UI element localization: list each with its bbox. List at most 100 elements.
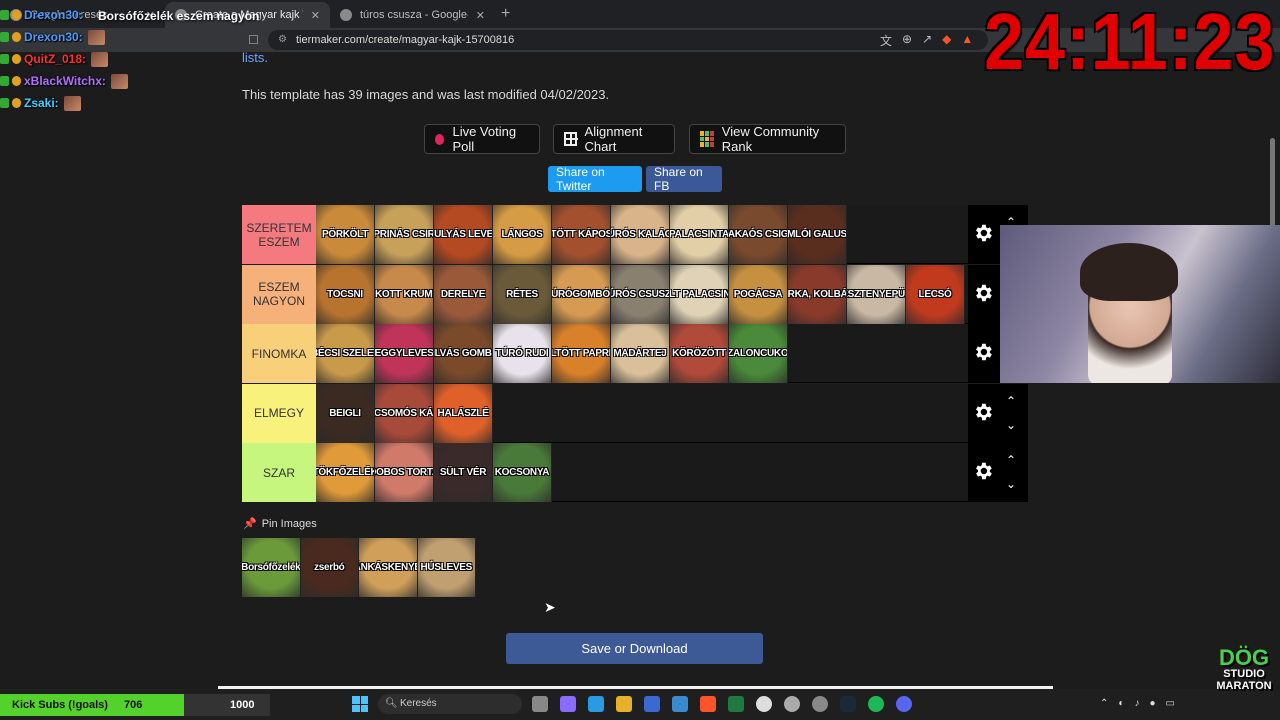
tier-item-image[interactable]: GESZTENYEPÜRÉ: [847, 264, 906, 324]
tier-item-image[interactable]: SZILVÁS GOMBÓC: [434, 324, 493, 383]
tier-item-image[interactable]: DOBOS TORTA: [375, 443, 434, 502]
pin-image[interactable]: zserbó: [300, 538, 359, 597]
tier-item-image[interactable]: PRINÁS CSIR: [375, 205, 434, 264]
tier-label[interactable]: ESZEM NAGYON: [242, 264, 316, 324]
tier-item-label: MADÁRTEJ: [613, 348, 667, 359]
bookmark-icon[interactable]: ☐: [248, 33, 259, 47]
tier-item-image[interactable]: MADÁRTEJ: [611, 324, 670, 383]
tier-item-image[interactable]: TÖKFŐZELÉK: [316, 443, 375, 502]
alignment-chart-button[interactable]: Alignment Chart: [553, 124, 675, 154]
tier-label[interactable]: SZAR: [242, 443, 316, 502]
pin-image[interactable]: HÚSLEVES: [417, 538, 476, 597]
goal-target: 1000: [230, 699, 255, 711]
live-voting-poll-button[interactable]: Live Voting Poll: [424, 124, 540, 154]
tier-item-image[interactable]: EGGYLEVES: [375, 324, 434, 383]
tier-item-image[interactable]: LÁNGOS: [493, 205, 552, 264]
store-icon[interactable]: [644, 696, 660, 712]
tier-item-image[interactable]: PALACSINTA: [670, 205, 729, 264]
tier-item-image[interactable]: TÚRÓS CSUSZA: [611, 264, 670, 324]
pin-image[interactable]: Borsófőzelék: [242, 538, 301, 597]
chrome-icon[interactable]: [784, 696, 800, 712]
tier-label[interactable]: FINOMKA: [242, 324, 316, 383]
tier-item-image[interactable]: TÚRÓ RUDI: [493, 324, 552, 383]
steam-icon[interactable]: [840, 696, 856, 712]
settings-icon[interactable]: [812, 696, 828, 712]
move-up-icon[interactable]: ⌃: [1004, 454, 1018, 466]
tier-item-label: SZALONCUKOR: [729, 348, 788, 359]
tier-item-image[interactable]: ÁBRÁDICSOMÓS KÁPOSZTA: [375, 383, 434, 443]
move-up-icon[interactable]: ⌃: [1004, 395, 1018, 407]
save-download-button[interactable]: Save or Download: [506, 633, 763, 664]
translate-icon[interactable]: 文: [880, 32, 892, 49]
tier-item-image[interactable]: BEIGLI: [316, 383, 375, 443]
tier-item-image[interactable]: POGÁCSA: [729, 264, 788, 324]
tier-item-image[interactable]: BÉCSI SZELET: [316, 324, 375, 383]
kick-badge-icon: [0, 76, 9, 86]
emote-icon: [110, 73, 128, 89]
tier-item-image[interactable]: SÜLT VÉR: [434, 443, 493, 502]
tier-item-image[interactable]: LECSÓ: [906, 264, 965, 324]
tier-item-image[interactable]: GULYÁS LEVES: [434, 205, 493, 264]
brave-rewards-icon[interactable]: ▲: [961, 32, 973, 49]
tier-item-image[interactable]: KAKAÓS CSIGA: [729, 205, 788, 264]
network-icon[interactable]: ◐: [1118, 698, 1124, 709]
tier-item-image[interactable]: TÚRÓGOMBÓC: [552, 264, 611, 324]
site-info-icon[interactable]: ⚙: [278, 30, 287, 50]
tier-label[interactable]: ELMEGY: [242, 383, 316, 443]
share-icon[interactable]: ↗: [922, 32, 932, 49]
tier-item-image[interactable]: TÖLTÖTT PAPRIKA: [552, 324, 611, 383]
close-icon[interactable]: ✕: [311, 9, 320, 22]
tab-search[interactable]: túros csusza - Google-keresés ✕: [330, 2, 495, 28]
tier-label[interactable]: SZERETEM ESZEM: [242, 205, 316, 264]
tier-item-image[interactable]: RAKOTT KRUMPLI: [375, 264, 434, 324]
discord-icon[interactable]: [896, 696, 912, 712]
tier-item-image[interactable]: KÖRÖZÖTT: [670, 324, 729, 383]
gear-icon[interactable]: [972, 341, 994, 363]
mail-icon[interactable]: [672, 696, 688, 712]
spotify-icon[interactable]: [868, 696, 884, 712]
mic-icon[interactable]: ●: [1149, 698, 1155, 709]
close-icon[interactable]: ✕: [476, 9, 485, 22]
gear-icon[interactable]: [972, 460, 994, 482]
tier-item-image[interactable]: PÖRKÖLT: [316, 205, 375, 264]
volume-icon[interactable]: ♪: [1134, 698, 1139, 709]
pin-image[interactable]: FÁNKÁSKENYÉR: [359, 538, 418, 597]
excel-icon[interactable]: [728, 696, 744, 712]
brave-icon[interactable]: [700, 696, 716, 712]
chat-user: Zsaki:: [24, 96, 59, 110]
folder-icon[interactable]: [616, 696, 632, 712]
tier-item-image[interactable]: DERELYE: [434, 264, 493, 324]
community-rank-button[interactable]: View Community Rank: [689, 124, 846, 154]
tier-item-image[interactable]: HALÁSZLÉ: [434, 383, 493, 443]
taskbar-search[interactable]: 🔍︎ Keresés: [378, 694, 522, 714]
share-twitter-button[interactable]: Share on Twitter: [548, 165, 642, 193]
tier-item-image[interactable]: TÖLTÖTT KÁPOSZTA: [552, 205, 611, 264]
obs-icon[interactable]: [756, 696, 772, 712]
battery-icon[interactable]: ▭: [1165, 698, 1174, 709]
brave-shields-icon[interactable]: ◆: [942, 32, 951, 49]
tier-row: FINOMKABÉCSI SZELETEGGYLEVESSZILVÁS GOMB…: [242, 324, 1028, 383]
zoom-icon[interactable]: ⊕: [902, 32, 912, 49]
tier-item-image[interactable]: SÜLT PALACSINTA: [670, 264, 729, 324]
new-tab-button[interactable]: +: [501, 5, 510, 23]
move-down-icon[interactable]: ⌄: [1004, 419, 1018, 431]
gear-icon[interactable]: [972, 401, 994, 423]
windows-start-icon[interactable]: [352, 696, 368, 712]
gear-icon[interactable]: [972, 282, 994, 304]
taskview-icon[interactable]: [532, 696, 548, 712]
gear-icon[interactable]: [972, 222, 994, 244]
share-fb-button[interactable]: Share on FB: [646, 165, 722, 193]
move-down-icon[interactable]: ⌄: [1004, 478, 1018, 490]
lists-link[interactable]: lists.: [242, 50, 268, 65]
copilot-icon[interactable]: [560, 696, 576, 712]
tier-item-image[interactable]: KOCSONYA: [493, 443, 552, 502]
tray-chevron-icon[interactable]: ⌃: [1100, 698, 1108, 709]
tier-item-image[interactable]: TÚRÓS KALÁCS: [611, 205, 670, 264]
vertical-scrollbar[interactable]: [1270, 138, 1275, 228]
tier-item-image[interactable]: SOMLÓI GALUSKA: [788, 205, 847, 264]
edge-icon[interactable]: [588, 696, 604, 712]
tier-item-image[interactable]: TOCSNI: [316, 264, 375, 324]
tier-item-image[interactable]: RÉTES: [493, 264, 552, 324]
tier-item-image[interactable]: PÁRKA, KOLBÁSZ: [788, 264, 847, 324]
tier-item-image[interactable]: SZALONCUKOR: [729, 324, 788, 383]
